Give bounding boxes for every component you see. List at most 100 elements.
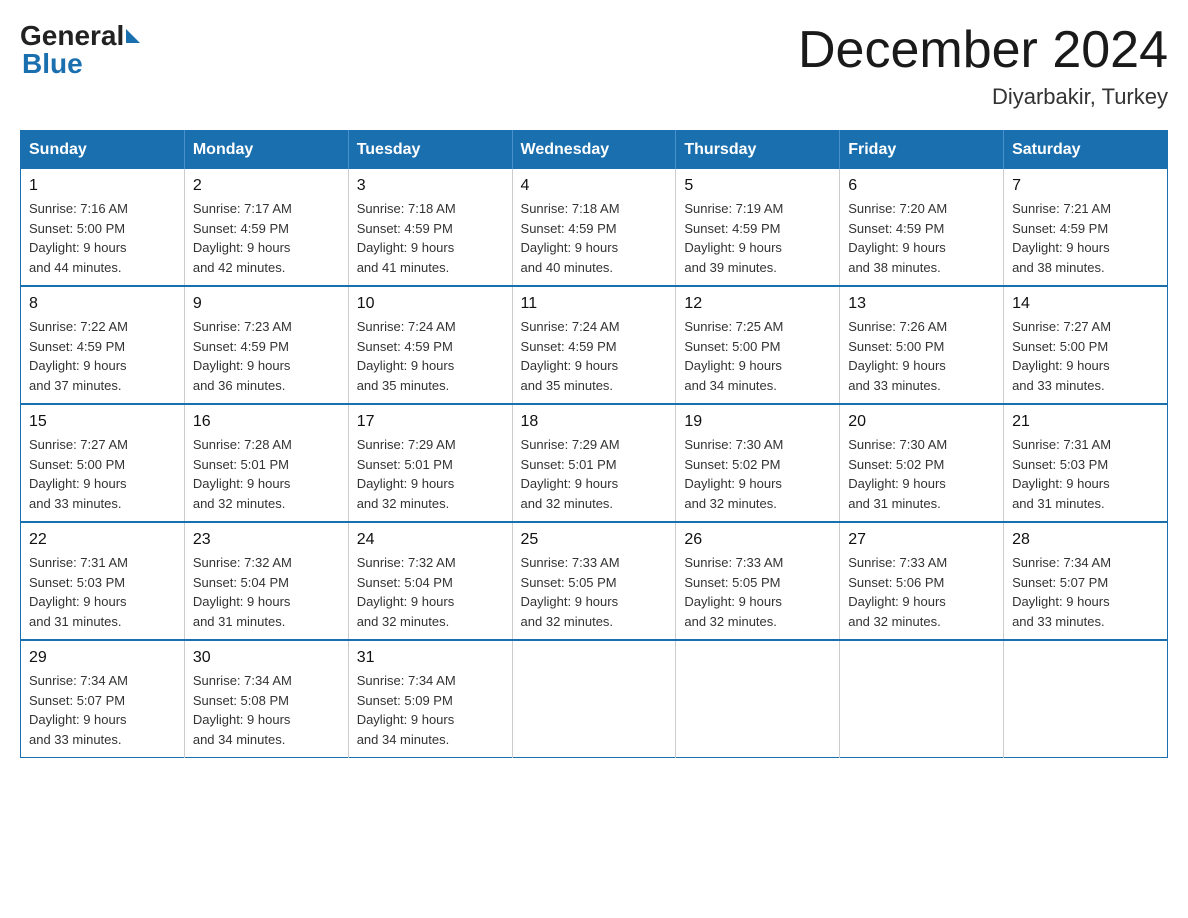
- calendar-cell: 20 Sunrise: 7:30 AM Sunset: 5:02 PM Dayl…: [840, 404, 1004, 522]
- calendar-cell: 30 Sunrise: 7:34 AM Sunset: 5:08 PM Dayl…: [184, 640, 348, 758]
- day-info: Sunrise: 7:30 AM Sunset: 5:02 PM Dayligh…: [684, 435, 831, 513]
- calendar-table: SundayMondayTuesdayWednesdayThursdayFrid…: [20, 130, 1168, 758]
- title-block: December 2024 Diyarbakir, Turkey: [798, 20, 1168, 110]
- header-wednesday: Wednesday: [512, 131, 676, 170]
- month-title: December 2024: [798, 20, 1168, 80]
- calendar-cell: 1 Sunrise: 7:16 AM Sunset: 5:00 PM Dayli…: [21, 169, 185, 286]
- day-number: 27: [848, 531, 995, 549]
- day-number: 3: [357, 177, 504, 195]
- day-info: Sunrise: 7:22 AM Sunset: 4:59 PM Dayligh…: [29, 317, 176, 395]
- calendar-cell: 18 Sunrise: 7:29 AM Sunset: 5:01 PM Dayl…: [512, 404, 676, 522]
- calendar-cell: 29 Sunrise: 7:34 AM Sunset: 5:07 PM Dayl…: [21, 640, 185, 758]
- day-number: 7: [1012, 177, 1159, 195]
- calendar-cell: 22 Sunrise: 7:31 AM Sunset: 5:03 PM Dayl…: [21, 522, 185, 640]
- day-number: 31: [357, 649, 504, 667]
- page-header: General Blue December 2024 Diyarbakir, T…: [20, 20, 1168, 110]
- day-info: Sunrise: 7:29 AM Sunset: 5:01 PM Dayligh…: [521, 435, 668, 513]
- calendar-week-row: 15 Sunrise: 7:27 AM Sunset: 5:00 PM Dayl…: [21, 404, 1168, 522]
- day-number: 14: [1012, 295, 1159, 313]
- day-number: 22: [29, 531, 176, 549]
- day-number: 25: [521, 531, 668, 549]
- logo: General Blue: [20, 20, 142, 80]
- day-number: 23: [193, 531, 340, 549]
- day-info: Sunrise: 7:34 AM Sunset: 5:07 PM Dayligh…: [29, 671, 176, 749]
- logo-blue: Blue: [22, 48, 83, 79]
- day-info: Sunrise: 7:26 AM Sunset: 5:00 PM Dayligh…: [848, 317, 995, 395]
- day-number: 28: [1012, 531, 1159, 549]
- day-info: Sunrise: 7:32 AM Sunset: 5:04 PM Dayligh…: [193, 553, 340, 631]
- calendar-cell: 13 Sunrise: 7:26 AM Sunset: 5:00 PM Dayl…: [840, 286, 1004, 404]
- day-info: Sunrise: 7:16 AM Sunset: 5:00 PM Dayligh…: [29, 199, 176, 277]
- calendar-cell: 21 Sunrise: 7:31 AM Sunset: 5:03 PM Dayl…: [1004, 404, 1168, 522]
- day-number: 30: [193, 649, 340, 667]
- day-info: Sunrise: 7:33 AM Sunset: 5:05 PM Dayligh…: [684, 553, 831, 631]
- day-number: 17: [357, 413, 504, 431]
- day-info: Sunrise: 7:20 AM Sunset: 4:59 PM Dayligh…: [848, 199, 995, 277]
- day-number: 15: [29, 413, 176, 431]
- day-number: 19: [684, 413, 831, 431]
- day-number: 29: [29, 649, 176, 667]
- calendar-cell: 11 Sunrise: 7:24 AM Sunset: 4:59 PM Dayl…: [512, 286, 676, 404]
- day-info: Sunrise: 7:34 AM Sunset: 5:08 PM Dayligh…: [193, 671, 340, 749]
- day-info: Sunrise: 7:18 AM Sunset: 4:59 PM Dayligh…: [521, 199, 668, 277]
- calendar-cell: [512, 640, 676, 758]
- calendar-cell: 12 Sunrise: 7:25 AM Sunset: 5:00 PM Dayl…: [676, 286, 840, 404]
- calendar-cell: 17 Sunrise: 7:29 AM Sunset: 5:01 PM Dayl…: [348, 404, 512, 522]
- day-number: 13: [848, 295, 995, 313]
- calendar-week-row: 1 Sunrise: 7:16 AM Sunset: 5:00 PM Dayli…: [21, 169, 1168, 286]
- day-info: Sunrise: 7:23 AM Sunset: 4:59 PM Dayligh…: [193, 317, 340, 395]
- day-info: Sunrise: 7:32 AM Sunset: 5:04 PM Dayligh…: [357, 553, 504, 631]
- calendar-cell: [1004, 640, 1168, 758]
- header-friday: Friday: [840, 131, 1004, 170]
- calendar-cell: 27 Sunrise: 7:33 AM Sunset: 5:06 PM Dayl…: [840, 522, 1004, 640]
- day-number: 12: [684, 295, 831, 313]
- calendar-week-row: 8 Sunrise: 7:22 AM Sunset: 4:59 PM Dayli…: [21, 286, 1168, 404]
- day-info: Sunrise: 7:18 AM Sunset: 4:59 PM Dayligh…: [357, 199, 504, 277]
- day-number: 9: [193, 295, 340, 313]
- calendar-cell: 15 Sunrise: 7:27 AM Sunset: 5:00 PM Dayl…: [21, 404, 185, 522]
- day-info: Sunrise: 7:30 AM Sunset: 5:02 PM Dayligh…: [848, 435, 995, 513]
- day-number: 11: [521, 295, 668, 313]
- calendar-cell: 10 Sunrise: 7:24 AM Sunset: 4:59 PM Dayl…: [348, 286, 512, 404]
- calendar-cell: 4 Sunrise: 7:18 AM Sunset: 4:59 PM Dayli…: [512, 169, 676, 286]
- day-info: Sunrise: 7:25 AM Sunset: 5:00 PM Dayligh…: [684, 317, 831, 395]
- calendar-cell: 28 Sunrise: 7:34 AM Sunset: 5:07 PM Dayl…: [1004, 522, 1168, 640]
- calendar-cell: 23 Sunrise: 7:32 AM Sunset: 5:04 PM Dayl…: [184, 522, 348, 640]
- calendar-cell: 16 Sunrise: 7:28 AM Sunset: 5:01 PM Dayl…: [184, 404, 348, 522]
- calendar-cell: [840, 640, 1004, 758]
- header-monday: Monday: [184, 131, 348, 170]
- calendar-week-row: 29 Sunrise: 7:34 AM Sunset: 5:07 PM Dayl…: [21, 640, 1168, 758]
- day-number: 5: [684, 177, 831, 195]
- day-number: 26: [684, 531, 831, 549]
- day-info: Sunrise: 7:31 AM Sunset: 5:03 PM Dayligh…: [1012, 435, 1159, 513]
- calendar-cell: [676, 640, 840, 758]
- day-info: Sunrise: 7:33 AM Sunset: 5:05 PM Dayligh…: [521, 553, 668, 631]
- calendar-cell: 3 Sunrise: 7:18 AM Sunset: 4:59 PM Dayli…: [348, 169, 512, 286]
- location: Diyarbakir, Turkey: [798, 84, 1168, 110]
- day-info: Sunrise: 7:28 AM Sunset: 5:01 PM Dayligh…: [193, 435, 340, 513]
- day-number: 20: [848, 413, 995, 431]
- logo-arrow-icon: [126, 29, 140, 43]
- day-info: Sunrise: 7:21 AM Sunset: 4:59 PM Dayligh…: [1012, 199, 1159, 277]
- day-number: 21: [1012, 413, 1159, 431]
- day-number: 4: [521, 177, 668, 195]
- calendar-cell: 24 Sunrise: 7:32 AM Sunset: 5:04 PM Dayl…: [348, 522, 512, 640]
- calendar-cell: 25 Sunrise: 7:33 AM Sunset: 5:05 PM Dayl…: [512, 522, 676, 640]
- day-info: Sunrise: 7:24 AM Sunset: 4:59 PM Dayligh…: [521, 317, 668, 395]
- day-info: Sunrise: 7:31 AM Sunset: 5:03 PM Dayligh…: [29, 553, 176, 631]
- day-info: Sunrise: 7:24 AM Sunset: 4:59 PM Dayligh…: [357, 317, 504, 395]
- day-info: Sunrise: 7:19 AM Sunset: 4:59 PM Dayligh…: [684, 199, 831, 277]
- calendar-cell: 6 Sunrise: 7:20 AM Sunset: 4:59 PM Dayli…: [840, 169, 1004, 286]
- day-number: 8: [29, 295, 176, 313]
- day-number: 1: [29, 177, 176, 195]
- calendar-cell: 31 Sunrise: 7:34 AM Sunset: 5:09 PM Dayl…: [348, 640, 512, 758]
- calendar-cell: 8 Sunrise: 7:22 AM Sunset: 4:59 PM Dayli…: [21, 286, 185, 404]
- day-number: 2: [193, 177, 340, 195]
- day-info: Sunrise: 7:34 AM Sunset: 5:09 PM Dayligh…: [357, 671, 504, 749]
- day-info: Sunrise: 7:27 AM Sunset: 5:00 PM Dayligh…: [1012, 317, 1159, 395]
- day-number: 6: [848, 177, 995, 195]
- calendar-header-row: SundayMondayTuesdayWednesdayThursdayFrid…: [21, 131, 1168, 170]
- calendar-cell: 7 Sunrise: 7:21 AM Sunset: 4:59 PM Dayli…: [1004, 169, 1168, 286]
- header-saturday: Saturday: [1004, 131, 1168, 170]
- day-number: 10: [357, 295, 504, 313]
